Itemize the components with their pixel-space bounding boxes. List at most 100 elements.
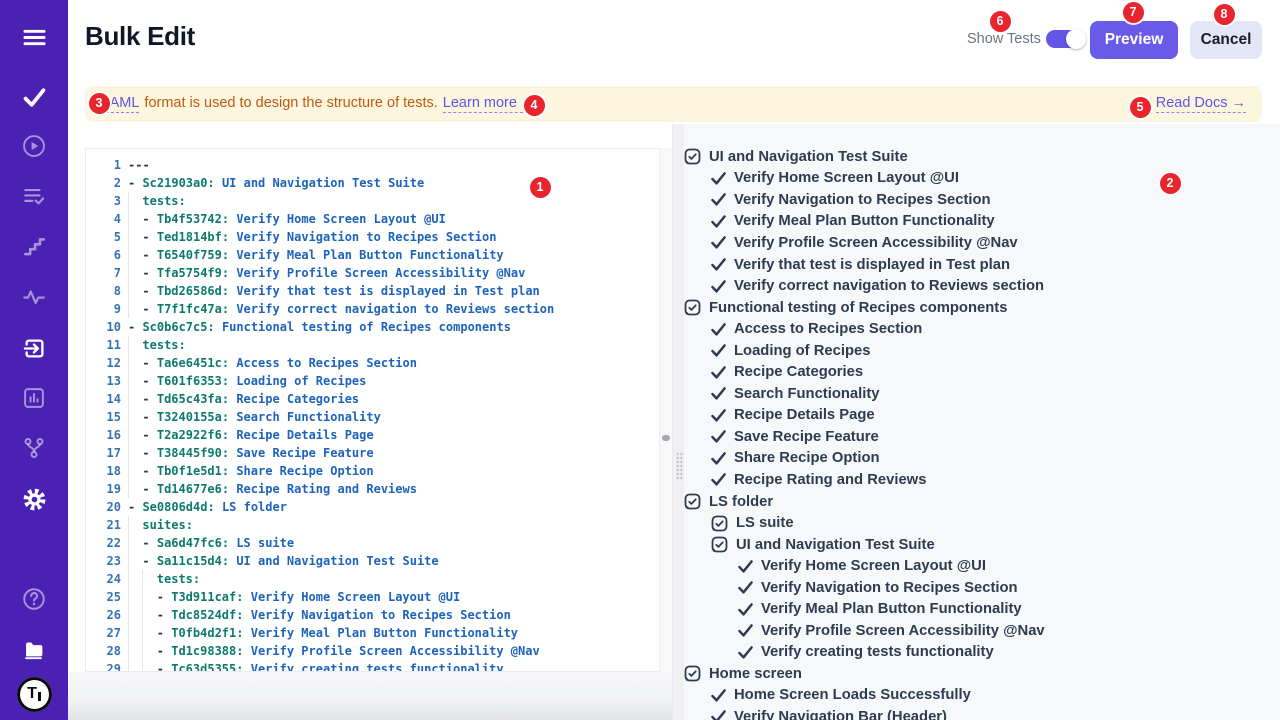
learn-more-link[interactable]: Learn more ↓ <box>443 95 528 113</box>
line-number: 1 <box>86 156 128 174</box>
tree-test-row: Verify Navigation Bar (Header) <box>684 706 1276 720</box>
code-line: 3tests: <box>86 192 659 210</box>
import-box-icon[interactable] <box>0 333 68 363</box>
code-line: 12- Ta6e6451c: Access to Recipes Section <box>86 354 659 372</box>
activity-icon[interactable] <box>0 282 68 312</box>
tree-item-label: Functional testing of Recipes components <box>709 300 1007 316</box>
test-check-icon <box>711 689 726 702</box>
test-check-icon <box>738 560 753 573</box>
tree-test-row: Recipe Categories <box>684 361 1276 383</box>
hamburger-menu-icon[interactable] <box>0 22 68 52</box>
tree-test-row: Home Screen Loads Successfully <box>684 685 1276 707</box>
help-icon[interactable] <box>0 584 68 614</box>
test-check-icon <box>711 280 726 293</box>
test-check-icon <box>711 215 726 228</box>
line-number: 15 <box>86 408 128 426</box>
tree-item-label: Recipe Details Page <box>734 407 875 423</box>
tree-test-row: Verify Profile Screen Accessibility @Nav <box>684 620 1276 642</box>
bar-chart-icon[interactable] <box>0 383 68 413</box>
line-number: 16 <box>86 426 128 444</box>
tree-test-row: Access to Recipes Section <box>684 318 1276 340</box>
code-line: 14- Td65c43fa: Recipe Categories <box>86 390 659 408</box>
tree-test-row: Recipe Rating and Reviews <box>684 469 1276 491</box>
cancel-button[interactable]: Cancel <box>1190 21 1262 59</box>
banner-message: YAML format is used to design the struct… <box>101 95 528 113</box>
annotation-badge-1: 1 <box>530 177 551 198</box>
tree-item-label: Verify Navigation to Recipes Section <box>734 192 991 208</box>
test-check-icon <box>711 409 726 422</box>
suite-checkbox-icon <box>684 148 701 165</box>
tree-item-label: LS folder <box>709 494 773 510</box>
code-line: 11tests: <box>86 336 659 354</box>
code-line: 21suites: <box>86 516 659 534</box>
check-icon[interactable] <box>0 82 68 112</box>
line-number: 2 <box>86 174 128 192</box>
tree-item-label: Verify creating tests functionality <box>761 644 994 660</box>
steps-icon[interactable] <box>0 232 68 262</box>
line-number: 18 <box>86 462 128 480</box>
tree-item-label: Verify Profile Screen Accessibility @Nav <box>734 235 1018 251</box>
tree-item-label: Home Screen Loads Successfully <box>734 687 971 703</box>
suite-checkbox-icon <box>711 515 728 532</box>
annotation-badge-5: 5 <box>1130 97 1151 118</box>
line-number: 28 <box>86 642 128 660</box>
test-check-icon <box>711 236 726 249</box>
branch-icon[interactable] <box>0 433 68 463</box>
list-check-icon[interactable] <box>0 181 68 211</box>
tree-item-label: LS suite <box>736 515 794 531</box>
read-docs-link[interactable]: Read Docs → <box>1156 95 1246 113</box>
editor-scrollbar[interactable] <box>659 148 672 672</box>
tree-item-label: Loading of Recipes <box>734 343 870 359</box>
play-circle-icon[interactable] <box>0 131 68 161</box>
tree-item-label: Recipe Categories <box>734 364 863 380</box>
code-line: 15- T3240155a: Search Functionality <box>86 408 659 426</box>
line-number: 8 <box>86 282 128 300</box>
line-number: 22 <box>86 534 128 552</box>
show-tests-toggle[interactable] <box>1046 30 1085 48</box>
tree-item-label: Search Functionality <box>734 386 880 402</box>
tree-suite-row: LS folder <box>684 491 1276 513</box>
line-number: 12 <box>86 354 128 372</box>
tree-test-row: Recipe Details Page <box>684 405 1276 427</box>
tree-test-row: Verify Meal Plan Button Functionality <box>684 211 1276 233</box>
code-line: 28- Td1c98388: Verify Profile Screen Acc… <box>86 642 659 660</box>
tree-item-label: Verify Profile Screen Accessibility @Nav <box>761 623 1045 639</box>
line-number: 3 <box>86 192 128 210</box>
tree-test-row: Verify Home Screen Layout @UI <box>684 168 1276 190</box>
test-suite-preview-tree: UI and Navigation Test Suite Verify Home … <box>684 146 1276 720</box>
code-line: 7- Tfa5754f9: Verify Profile Screen Acce… <box>86 264 659 282</box>
line-number: 25 <box>86 588 128 606</box>
gear-icon[interactable] <box>0 484 68 514</box>
line-number: 24 <box>86 570 128 588</box>
test-check-icon <box>711 172 726 185</box>
preview-button[interactable]: Preview <box>1090 21 1178 59</box>
tree-item-label: Verify correct navigation to Reviews sec… <box>734 278 1044 294</box>
toggle-knob <box>1066 29 1086 49</box>
panel-splitter[interactable] <box>672 124 684 720</box>
tree-test-row: Loading of Recipes <box>684 340 1276 362</box>
yaml-editor[interactable]: 1---2- Sc21903a0: UI and Navigation Test… <box>85 148 659 672</box>
tree-item-label: Verify Meal Plan Button Functionality <box>734 213 995 229</box>
tree-test-row: Verify Home Screen Layout @UI <box>684 555 1276 577</box>
tree-item-label: Access to Recipes Section <box>734 321 922 337</box>
tree-suite-row: UI and Navigation Test Suite <box>684 534 1276 556</box>
editor-bottom-gutter <box>68 672 672 720</box>
code-line: 24tests: <box>86 570 659 588</box>
tree-suite-row: Home screen <box>684 663 1276 685</box>
code-line: 1--- <box>86 156 659 174</box>
suite-checkbox-icon <box>684 493 701 510</box>
logo-t[interactable]: T <box>0 679 68 709</box>
folder-icon[interactable] <box>0 633 68 663</box>
tree-test-row: Verify creating tests functionality <box>684 642 1276 664</box>
test-check-icon <box>738 581 753 594</box>
tree-item-label: Verify Home Screen Layout @UI <box>761 558 986 574</box>
scrollbar-thumb[interactable] <box>662 435 670 441</box>
code-line: 27- T0fb4d2f1: Verify Meal Plan Button F… <box>86 624 659 642</box>
code-line: 29- Tc63d5355: Verify creating tests fun… <box>86 660 659 672</box>
line-number: 13 <box>86 372 128 390</box>
test-check-icon <box>711 452 726 465</box>
tree-suite-row: LS suite <box>684 512 1276 534</box>
line-number: 26 <box>86 606 128 624</box>
code-line: 9- T7f1fc47a: Verify correct navigation … <box>86 300 659 318</box>
test-check-icon <box>711 710 726 720</box>
